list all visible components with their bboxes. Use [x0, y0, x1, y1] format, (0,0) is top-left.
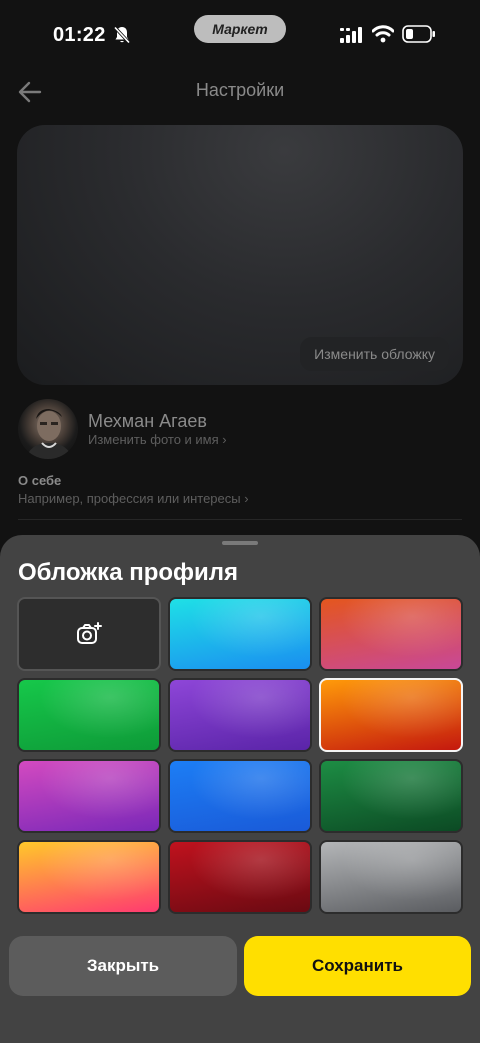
avatar-photo	[26, 409, 72, 459]
change-cover-button[interactable]: Изменить обложку	[300, 337, 449, 371]
market-pill[interactable]: Маркет	[194, 15, 286, 43]
divider	[18, 519, 462, 520]
about-title: О себе	[18, 473, 62, 488]
cover-picker-sheet: Обложка профиля Закрыть Сохранить	[0, 535, 480, 1043]
cover-option-violet[interactable]	[168, 678, 312, 752]
page-title: Настройки	[195, 80, 285, 100]
upload-cover-tile[interactable]	[17, 597, 161, 671]
bell-muted-icon	[113, 26, 131, 44]
about-input-hint[interactable]: Например, профессия или интересы ›	[18, 491, 249, 506]
signal-icon	[340, 27, 362, 43]
cover-option-dark-green[interactable]	[319, 759, 463, 833]
cover-option-magenta-purple[interactable]	[17, 759, 161, 833]
avatar[interactable]	[18, 399, 78, 459]
save-button[interactable]: Сохранить	[244, 936, 471, 996]
camera-plus-icon	[77, 622, 102, 644]
wifi-icon	[372, 25, 394, 43]
edit-photo-name-link[interactable]: Изменить фото и имя ›	[88, 432, 227, 447]
cover-option-blue[interactable]	[168, 759, 312, 833]
cover-option-grey[interactable]	[319, 840, 463, 914]
cover-option-cyan-blue[interactable]	[168, 597, 312, 671]
sheet-title: Обложка профиля	[18, 559, 239, 586]
close-button[interactable]: Закрыть	[9, 936, 237, 996]
cover-option-yellow-pink[interactable]	[17, 840, 161, 914]
profile-name: Мехман Агаев	[88, 411, 207, 431]
cover-option-green[interactable]	[17, 678, 161, 752]
cover-preview: Изменить обложку	[17, 125, 463, 385]
sheet-handle[interactable]	[222, 541, 258, 545]
cover-option-orange-red[interactable]	[319, 678, 463, 752]
status-bar: 01:22 Маркет	[0, 0, 480, 70]
cover-option-dark-red[interactable]	[168, 840, 312, 914]
status-time: 01:22	[53, 24, 106, 46]
battery-icon	[402, 25, 435, 43]
cover-option-orange-pink[interactable]	[319, 597, 463, 671]
